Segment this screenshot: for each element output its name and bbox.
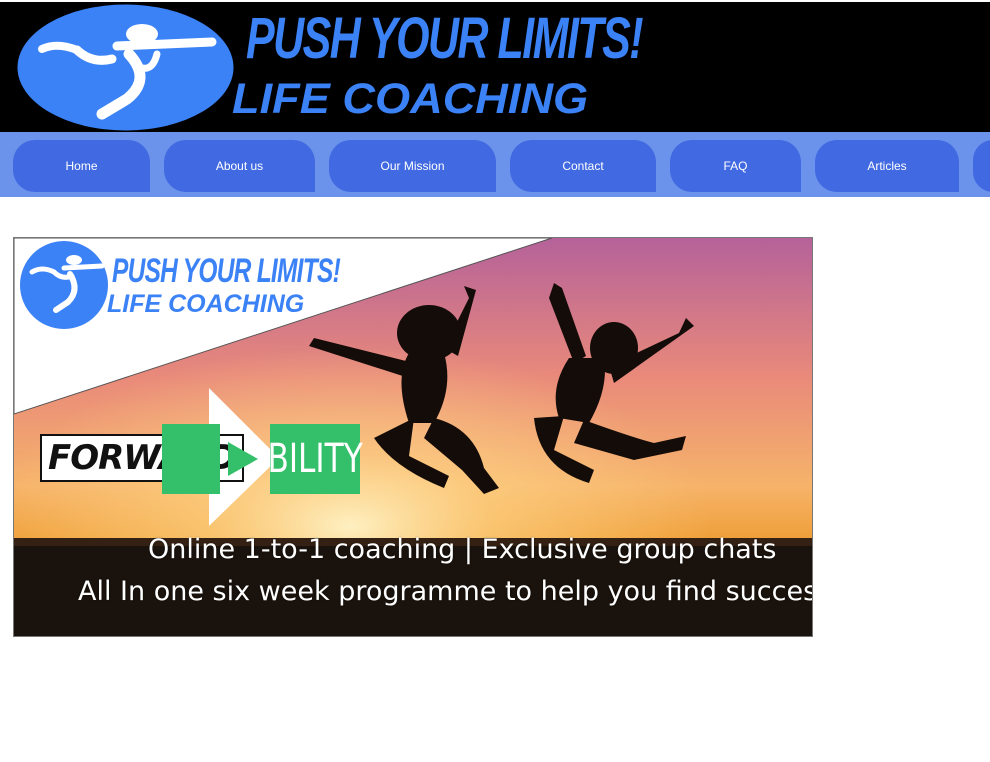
banner-tagline-1: Online 1-to-1 coaching | Exclusive group… <box>148 534 777 565</box>
bility-word: BILITY <box>267 436 363 482</box>
banner-logo-line1: PUSH YOUR LIMITS! <box>112 252 341 290</box>
nav-home[interactable]: Home <box>13 140 150 192</box>
site-logo[interactable] <box>17 4 234 131</box>
nav-more[interactable] <box>973 140 990 192</box>
nav-about-us[interactable]: About us <box>164 140 315 192</box>
banner-logo-icon <box>20 241 108 329</box>
nav-contact[interactable]: Contact <box>510 140 656 192</box>
nav-faq[interactable]: FAQ <box>670 140 801 192</box>
brand-title-line1: PUSH YOUR LIMITS! <box>246 6 644 71</box>
bility-label-box: BILITY <box>267 424 363 494</box>
nav-articles[interactable]: Articles <box>815 140 959 192</box>
green-arrow-block <box>162 424 220 494</box>
banner-logo-line2: LIFE COACHING <box>107 290 305 318</box>
site-header: PUSH YOUR LIMITS! LIFE COACHING <box>0 2 990 132</box>
hero-banner: PUSH YOUR LIMITS! LIFE COACHING FORWARD … <box>13 237 813 637</box>
nav-our-mission[interactable]: Our Mission <box>329 140 496 192</box>
brand-title-line2: LIFE COACHING <box>232 75 589 123</box>
banner-tagline-2: All In one six week programme to help yo… <box>78 576 813 607</box>
main-navigation: Home About us Our Mission Contact FAQ Ar… <box>0 132 990 197</box>
green-play-icon <box>228 442 258 476</box>
